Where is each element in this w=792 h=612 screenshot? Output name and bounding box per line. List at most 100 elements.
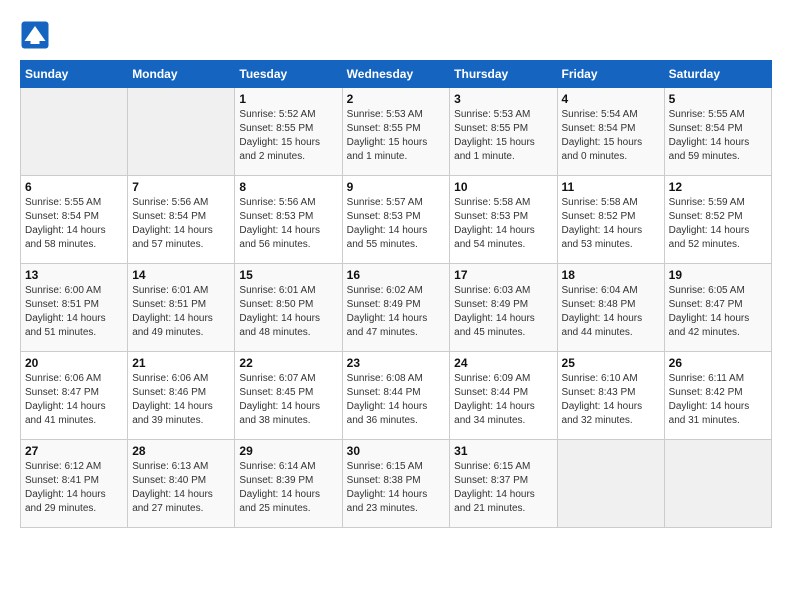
- day-info: Sunrise: 5:55 AMSunset: 8:54 PMDaylight:…: [25, 196, 123, 252]
- day-number: 24: [454, 356, 552, 370]
- calendar-cell: 16 Sunrise: 6:02 AMSunset: 8:49 PMDayligh…: [342, 264, 450, 352]
- calendar-cell: 22 Sunrise: 6:07 AMSunset: 8:45 PMDayligh…: [235, 352, 342, 440]
- day-info: Sunrise: 6:04 AMSunset: 8:48 PMDaylight:…: [562, 284, 660, 340]
- day-number: 6: [25, 180, 123, 194]
- day-number: 2: [347, 92, 446, 106]
- calendar-cell: 23Sunrise: 6:08 AMSunset: 8:44 PMDayligh…: [342, 352, 450, 440]
- calendar-cell: 17Sunrise: 6:03 AMSunset: 8:49 PMDayligh…: [450, 264, 557, 352]
- day-info: Sunrise: 5:52 AMSunset: 8:55 PMDaylight:…: [239, 108, 337, 164]
- day-info: Sunrise: 6:01 AMSunset: 8:50 PMDaylight:…: [239, 284, 337, 340]
- calendar-cell: 8 Sunrise: 5:56 AMSunset: 8:53 PMDaylight…: [235, 176, 342, 264]
- day-number: 1: [239, 92, 337, 106]
- day-info: Sunrise: 6:05 AMSunset: 8:47 PMDaylight:…: [669, 284, 767, 340]
- calendar-cell: 19 Sunrise: 6:05 AMSunset: 8:47 PMDayligh…: [664, 264, 771, 352]
- calendar-cell: 3 Sunrise: 5:53 AMSunset: 8:55 PMDaylight…: [450, 88, 557, 176]
- column-header-friday: Friday: [557, 61, 664, 88]
- calendar-cell: 12Sunrise: 5:59 AMSunset: 8:52 PMDayligh…: [664, 176, 771, 264]
- column-header-thursday: Thursday: [450, 61, 557, 88]
- calendar-cell: 6 Sunrise: 5:55 AMSunset: 8:54 PMDaylight…: [21, 176, 128, 264]
- column-header-monday: Monday: [128, 61, 235, 88]
- logo-icon: [20, 20, 50, 50]
- calendar-cell: 5 Sunrise: 5:55 AMSunset: 8:54 PMDaylight…: [664, 88, 771, 176]
- calendar-cell: 30 Sunrise: 6:15 AMSunset: 8:38 PMDayligh…: [342, 440, 450, 528]
- calendar-week-1: 1 Sunrise: 5:52 AMSunset: 8:55 PMDaylight…: [21, 88, 772, 176]
- calendar-cell: 1 Sunrise: 5:52 AMSunset: 8:55 PMDaylight…: [235, 88, 342, 176]
- calendar-cell: 4Sunrise: 5:54 AMSunset: 8:54 PMDaylight…: [557, 88, 664, 176]
- day-number: 9: [347, 180, 446, 194]
- day-info: Sunrise: 6:07 AMSunset: 8:45 PMDaylight:…: [239, 372, 337, 428]
- day-number: 3: [454, 92, 552, 106]
- day-number: 27: [25, 444, 123, 458]
- day-info: Sunrise: 5:53 AMSunset: 8:55 PMDaylight:…: [454, 108, 552, 164]
- column-header-tuesday: Tuesday: [235, 61, 342, 88]
- day-info: Sunrise: 5:58 AMSunset: 8:53 PMDaylight:…: [454, 196, 552, 252]
- calendar-cell: 15 Sunrise: 6:01 AMSunset: 8:50 PMDayligh…: [235, 264, 342, 352]
- calendar-cell: 25Sunrise: 6:10 AMSunset: 8:43 PMDayligh…: [557, 352, 664, 440]
- day-number: 20: [25, 356, 123, 370]
- calendar-cell: 18 Sunrise: 6:04 AMSunset: 8:48 PMDayligh…: [557, 264, 664, 352]
- day-info: Sunrise: 5:56 AMSunset: 8:54 PMDaylight:…: [132, 196, 230, 252]
- calendar-cell: 20 Sunrise: 6:06 AMSunset: 8:47 PMDayligh…: [21, 352, 128, 440]
- calendar-week-5: 27 Sunrise: 6:12 AMSunset: 8:41 PMDayligh…: [21, 440, 772, 528]
- calendar-cell: 26 Sunrise: 6:11 AMSunset: 8:42 PMDayligh…: [664, 352, 771, 440]
- day-number: 30: [347, 444, 446, 458]
- day-info: Sunrise: 6:12 AMSunset: 8:41 PMDaylight:…: [25, 460, 123, 516]
- calendar-cell: 31 Sunrise: 6:15 AMSunset: 8:37 PMDayligh…: [450, 440, 557, 528]
- logo: [20, 20, 54, 50]
- day-number: 13: [25, 268, 123, 282]
- day-number: 18: [562, 268, 660, 282]
- calendar-cell: 9Sunrise: 5:57 AMSunset: 8:53 PMDaylight…: [342, 176, 450, 264]
- day-number: 16: [347, 268, 446, 282]
- calendar-week-2: 6 Sunrise: 5:55 AMSunset: 8:54 PMDaylight…: [21, 176, 772, 264]
- day-info: Sunrise: 5:53 AMSunset: 8:55 PMDaylight:…: [347, 108, 446, 164]
- calendar-cell: 24 Sunrise: 6:09 AMSunset: 8:44 PMDayligh…: [450, 352, 557, 440]
- day-number: 10: [454, 180, 552, 194]
- calendar-cell: [128, 88, 235, 176]
- calendar-table: SundayMondayTuesdayWednesdayThursdayFrid…: [20, 60, 772, 528]
- day-number: 19: [669, 268, 767, 282]
- day-info: Sunrise: 6:15 AMSunset: 8:37 PMDaylight:…: [454, 460, 552, 516]
- day-info: Sunrise: 5:59 AMSunset: 8:52 PMDaylight:…: [669, 196, 767, 252]
- day-info: Sunrise: 5:55 AMSunset: 8:54 PMDaylight:…: [669, 108, 767, 164]
- calendar-week-3: 13 Sunrise: 6:00 AMSunset: 8:51 PMDayligh…: [21, 264, 772, 352]
- calendar-cell: 21Sunrise: 6:06 AMSunset: 8:46 PMDayligh…: [128, 352, 235, 440]
- day-info: Sunrise: 6:13 AMSunset: 8:40 PMDaylight:…: [132, 460, 230, 516]
- day-info: Sunrise: 5:56 AMSunset: 8:53 PMDaylight:…: [239, 196, 337, 252]
- calendar-cell: 11 Sunrise: 5:58 AMSunset: 8:52 PMDayligh…: [557, 176, 664, 264]
- column-header-saturday: Saturday: [664, 61, 771, 88]
- day-number: 11: [562, 180, 660, 194]
- day-info: Sunrise: 6:00 AMSunset: 8:51 PMDaylight:…: [25, 284, 123, 340]
- day-number: 22: [239, 356, 337, 370]
- day-info: Sunrise: 6:10 AMSunset: 8:43 PMDaylight:…: [562, 372, 660, 428]
- day-number: 7: [132, 180, 230, 194]
- calendar-cell: 7 Sunrise: 5:56 AMSunset: 8:54 PMDaylight…: [128, 176, 235, 264]
- calendar-cell: 28 Sunrise: 6:13 AMSunset: 8:40 PMDayligh…: [128, 440, 235, 528]
- column-header-wednesday: Wednesday: [342, 61, 450, 88]
- day-info: Sunrise: 6:11 AMSunset: 8:42 PMDaylight:…: [669, 372, 767, 428]
- day-info: Sunrise: 6:15 AMSunset: 8:38 PMDaylight:…: [347, 460, 446, 516]
- calendar-week-4: 20 Sunrise: 6:06 AMSunset: 8:47 PMDayligh…: [21, 352, 772, 440]
- day-number: 15: [239, 268, 337, 282]
- day-number: 28: [132, 444, 230, 458]
- day-number: 8: [239, 180, 337, 194]
- calendar-cell: [557, 440, 664, 528]
- column-header-sunday: Sunday: [21, 61, 128, 88]
- day-number: 5: [669, 92, 767, 106]
- day-number: 31: [454, 444, 552, 458]
- day-number: 26: [669, 356, 767, 370]
- page-header: [20, 20, 772, 50]
- day-info: Sunrise: 5:58 AMSunset: 8:52 PMDaylight:…: [562, 196, 660, 252]
- calendar-cell: [21, 88, 128, 176]
- day-info: Sunrise: 6:02 AMSunset: 8:49 PMDaylight:…: [347, 284, 446, 340]
- calendar-cell: 10 Sunrise: 5:58 AMSunset: 8:53 PMDayligh…: [450, 176, 557, 264]
- calendar-cell: 2 Sunrise: 5:53 AMSunset: 8:55 PMDaylight…: [342, 88, 450, 176]
- day-info: Sunrise: 6:01 AMSunset: 8:51 PMDaylight:…: [132, 284, 230, 340]
- calendar-cell: 14Sunrise: 6:01 AMSunset: 8:51 PMDayligh…: [128, 264, 235, 352]
- calendar-header: SundayMondayTuesdayWednesdayThursdayFrid…: [21, 61, 772, 88]
- day-info: Sunrise: 6:14 AMSunset: 8:39 PMDaylight:…: [239, 460, 337, 516]
- calendar-cell: 29Sunrise: 6:14 AMSunset: 8:39 PMDayligh…: [235, 440, 342, 528]
- day-number: 17: [454, 268, 552, 282]
- day-info: Sunrise: 6:09 AMSunset: 8:44 PMDaylight:…: [454, 372, 552, 428]
- calendar-cell: 27 Sunrise: 6:12 AMSunset: 8:41 PMDayligh…: [21, 440, 128, 528]
- day-info: Sunrise: 6:06 AMSunset: 8:47 PMDaylight:…: [25, 372, 123, 428]
